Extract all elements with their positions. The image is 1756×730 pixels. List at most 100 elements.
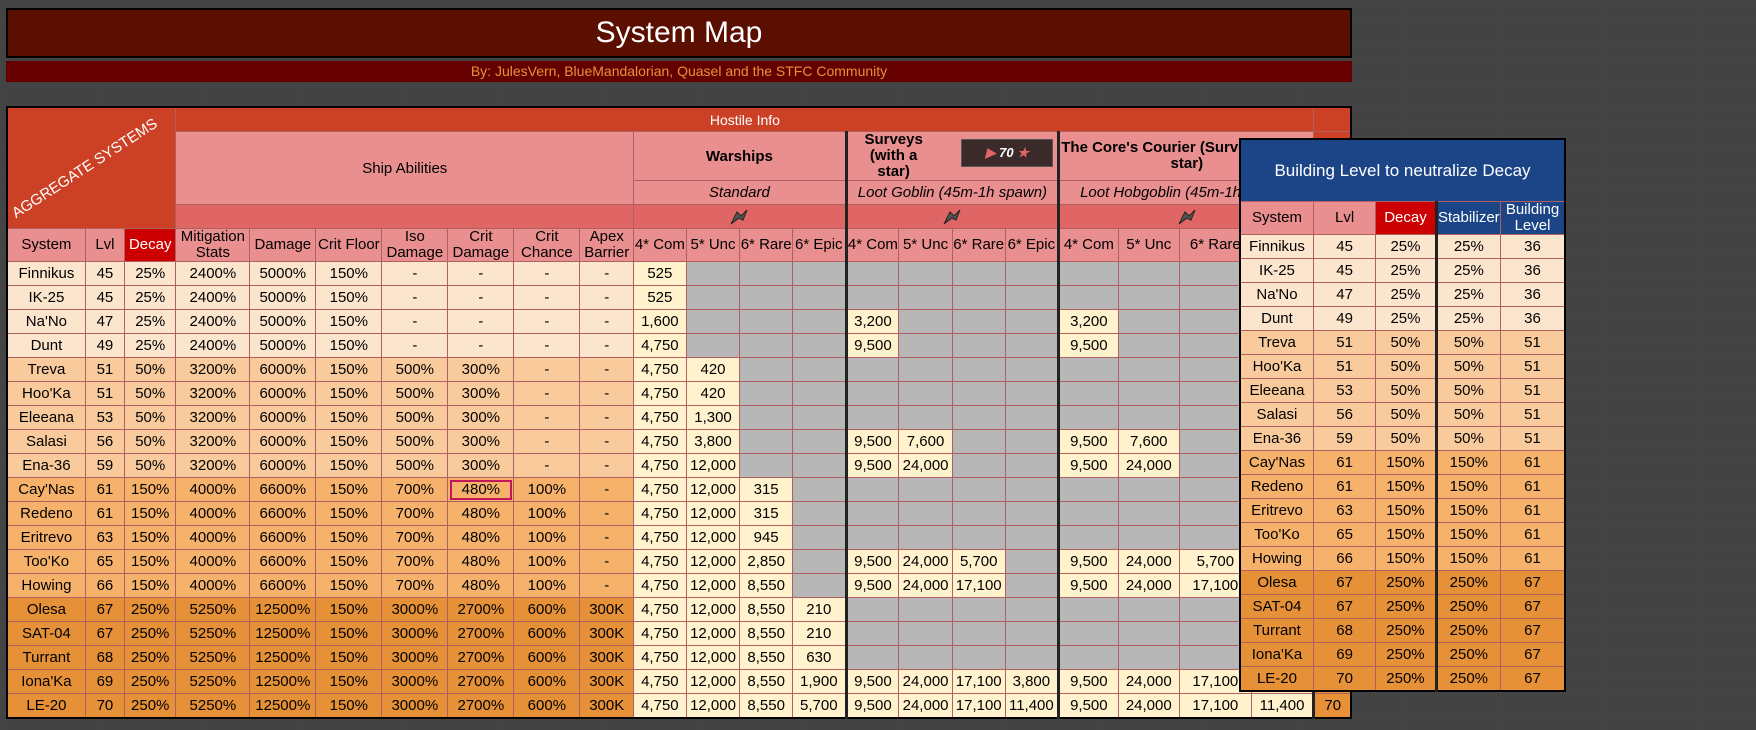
cell-w-0: 4,750 bbox=[633, 549, 687, 574]
side-cell: 67 bbox=[1312, 594, 1377, 619]
cell-w-2: 315 bbox=[739, 477, 793, 502]
side-cell: 150% bbox=[1434, 546, 1502, 571]
cell-w-2 bbox=[739, 453, 793, 478]
cell-w-0: 525 bbox=[633, 261, 687, 286]
cell-w-0: 4,750 bbox=[633, 573, 687, 598]
cell-iso: 3000% bbox=[381, 597, 449, 622]
cell-sys: Hoo'Ka bbox=[6, 381, 86, 406]
cell-mit: 4000% bbox=[175, 501, 251, 526]
cell-ab: - bbox=[579, 357, 635, 382]
cell-s-1 bbox=[898, 285, 953, 310]
cell-cc: 100% bbox=[513, 573, 581, 598]
cell-sys: LE-20 bbox=[6, 693, 86, 719]
cell-sys: Treva bbox=[6, 357, 86, 382]
side-cell: Eritrevo bbox=[1239, 498, 1314, 523]
cell-cd: - bbox=[447, 333, 515, 358]
cell-cc: 600% bbox=[513, 621, 581, 646]
cell-sys: Salasi bbox=[6, 429, 86, 454]
cell-w-2: 315 bbox=[739, 501, 793, 526]
cell-cc: - bbox=[513, 429, 581, 454]
cell-s-2 bbox=[951, 405, 1006, 430]
cell-s-0: 9,500 bbox=[844, 429, 900, 454]
side-cell: 150% bbox=[1434, 498, 1502, 523]
cell-iso: - bbox=[381, 285, 449, 310]
side-cell: 56 bbox=[1312, 402, 1377, 427]
warships-subheader: Standard bbox=[633, 180, 847, 205]
cell-lvl: 66 bbox=[84, 573, 125, 598]
cell-lvl: 68 bbox=[84, 645, 125, 670]
cell-w-0: 4,750 bbox=[633, 333, 687, 358]
cell-s-0 bbox=[844, 477, 900, 502]
cell-cc: - bbox=[513, 405, 581, 430]
side-cell: 25% bbox=[1375, 282, 1437, 307]
cell-s-2: 5,700 bbox=[951, 549, 1006, 574]
cell-ab: - bbox=[579, 477, 635, 502]
side-cell: 150% bbox=[1375, 498, 1437, 523]
cell-cc: - bbox=[513, 381, 581, 406]
side-table-row: Dunt 49 25% 25% 36 bbox=[1239, 306, 1566, 331]
cell-sys: Howing bbox=[6, 573, 86, 598]
column-header: 4* Com bbox=[844, 228, 900, 262]
side-cell: 250% bbox=[1434, 570, 1502, 595]
side-cell: 51 bbox=[1500, 426, 1566, 451]
cell-decay: 25% bbox=[123, 309, 177, 334]
cell-w-2 bbox=[739, 285, 793, 310]
table-row: Dunt 49 25% 2400% 5000% 150% - - - -4,750 9,500 9,5… bbox=[6, 333, 1352, 358]
cell-w-1 bbox=[685, 333, 741, 358]
cell-dmg: 6000% bbox=[249, 453, 317, 478]
cell-w-1: 12,000 bbox=[685, 477, 741, 502]
side-cell: 51 bbox=[1312, 330, 1377, 355]
cell-mit: 5250% bbox=[175, 597, 251, 622]
cell-s-0: 9,500 bbox=[844, 333, 900, 358]
cell-c-1: 24,000 bbox=[1117, 669, 1181, 694]
cell-mit: 2400% bbox=[175, 285, 251, 310]
cell-s-1 bbox=[898, 357, 953, 382]
cell-c-0 bbox=[1057, 477, 1119, 502]
side-cell: 50% bbox=[1434, 378, 1502, 403]
cell-w-2: 8,550 bbox=[739, 573, 793, 598]
side-cell: 150% bbox=[1375, 522, 1437, 547]
cell-cc: 100% bbox=[513, 549, 581, 574]
cell-s-0 bbox=[844, 597, 900, 622]
table-row: Cay'Nas 61 150% 4000% 6600% 150% 700% 480% 100% -… bbox=[6, 477, 1352, 502]
cell-mit: 3200% bbox=[175, 453, 251, 478]
cell-cf: 150% bbox=[315, 405, 383, 430]
side-table-row: Hoo'Ka 51 50% 50% 51 bbox=[1239, 354, 1566, 379]
cell-cd: 480% bbox=[447, 573, 515, 598]
cell-iso: 700% bbox=[381, 573, 449, 598]
corner-label: AGGREGATE SYSTEMS bbox=[6, 106, 177, 229]
table-row: Howing 66 150% 4000% 6600% 150% 700% 480% 100% -4… bbox=[6, 573, 1352, 598]
cell-w-2: 2,850 bbox=[739, 549, 793, 574]
cell-dmg: 6600% bbox=[249, 525, 317, 550]
cell-cf: 150% bbox=[315, 501, 383, 526]
cell-dmg: 12500% bbox=[249, 645, 317, 670]
cell-w-0: 1,600 bbox=[633, 309, 687, 334]
cell-c-1 bbox=[1117, 645, 1181, 670]
table-row: SAT-04 67 250% 5250% 12500% 150% 3000% 2700% 600… bbox=[6, 621, 1352, 646]
column-header: 5* Unc bbox=[1117, 228, 1181, 262]
cell-s-1 bbox=[898, 597, 953, 622]
cell-decay: 250% bbox=[123, 669, 177, 694]
side-table-row: Cay'Nas 61 150% 150% 61 bbox=[1239, 450, 1566, 475]
side-cell: 50% bbox=[1375, 378, 1437, 403]
cell-sys: Iona'Ka bbox=[6, 669, 86, 694]
cell-iso: 500% bbox=[381, 405, 449, 430]
cell-s-3 bbox=[1004, 573, 1060, 598]
cell-cc: - bbox=[513, 309, 581, 334]
cell-w-0: 4,750 bbox=[633, 597, 687, 622]
cell-s-2 bbox=[951, 597, 1006, 622]
table-row: Iona'Ka 69 250% 5250% 12500% 150% 3000% 2700% 60… bbox=[6, 669, 1352, 694]
cell-w-1: 12,000 bbox=[685, 621, 741, 646]
cell-ab: - bbox=[579, 501, 635, 526]
cell-cf: 150% bbox=[315, 477, 383, 502]
cell-mit: 5250% bbox=[175, 693, 251, 719]
side-cell: IK-25 bbox=[1239, 258, 1314, 283]
side-cell: Iona'Ka bbox=[1239, 642, 1314, 667]
table-row: Too'Ko 65 150% 4000% 6600% 150% 700% 480% 100% -4… bbox=[6, 549, 1352, 574]
cell-cd: 2700% bbox=[447, 597, 515, 622]
surveys-header: Surveys (with a star) ▶ 70 ★ bbox=[844, 131, 1060, 181]
cell-decay: 250% bbox=[123, 597, 177, 622]
cell-mit: 4000% bbox=[175, 477, 251, 502]
column-header: 6* Epic bbox=[791, 228, 847, 262]
side-cell: Na'No bbox=[1239, 282, 1314, 307]
